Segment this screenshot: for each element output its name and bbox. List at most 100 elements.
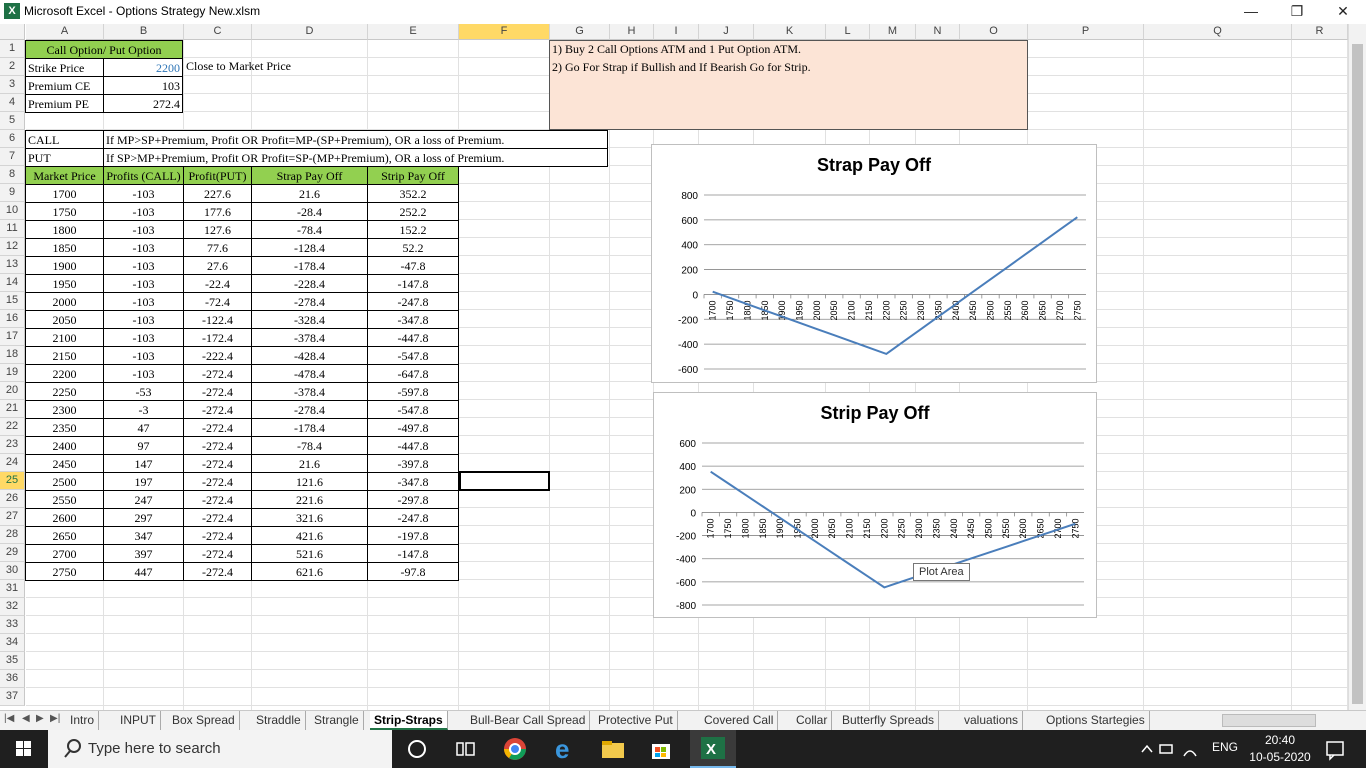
table-cell[interactable]: 2350 [25,418,104,437]
table-cell[interactable]: -247.8 [367,292,459,311]
table-cell[interactable]: 421.6 [251,526,368,545]
column-header-g[interactable]: G [550,24,610,40]
row-header-3[interactable]: 3 [0,76,25,94]
table-cell[interactable]: 252.2 [367,202,459,221]
table-cell[interactable]: -278.4 [251,292,368,311]
table-cell[interactable]: -53 [103,382,184,401]
table-cell[interactable]: 1950 [25,274,104,293]
table-cell[interactable]: 2250 [25,382,104,401]
table-cell[interactable]: -378.4 [251,382,368,401]
row-header-36[interactable]: 36 [0,670,25,688]
column-header-m[interactable]: M [870,24,916,40]
table-cell[interactable]: -103 [103,238,184,257]
table-cell[interactable]: 2000 [25,292,104,311]
table-cell[interactable]: 27.6 [183,256,252,275]
row-header-29[interactable]: 29 [0,544,25,562]
table-cell[interactable]: -272.4 [183,418,252,437]
table-cell[interactable]: -397.8 [367,454,459,473]
row-header-20[interactable]: 20 [0,382,25,400]
row-header-11[interactable]: 11 [0,220,25,238]
table-cell[interactable]: 21.6 [251,454,368,473]
table-cell[interactable]: -478.4 [251,364,368,383]
table-cell[interactable]: -103 [103,364,184,383]
select-all-corner[interactable] [0,24,25,40]
sheet-tab-strip-straps[interactable]: Strip-Straps [370,711,448,730]
table-cell[interactable]: -103 [103,274,184,293]
row-header-4[interactable]: 4 [0,94,25,112]
table-cell[interactable]: 352.2 [367,184,459,203]
table-cell[interactable]: -647.8 [367,364,459,383]
column-header-l[interactable]: L [826,24,870,40]
sheet-tab-protective-put[interactable]: Protective Put [594,711,678,730]
table-cell[interactable]: 2450 [25,454,104,473]
table-cell[interactable]: 1900 [25,256,104,275]
store-icon[interactable] [648,736,674,762]
table-cell[interactable]: -497.8 [367,418,459,437]
table-cell[interactable]: -347.8 [367,310,459,329]
strap-chart[interactable]: Strap Pay Off 800 600 400 200 0 -200 -400 -600 1… [651,144,1097,383]
column-header-f[interactable]: F [459,24,550,40]
table-cell[interactable]: -428.4 [251,346,368,365]
table-cell[interactable]: 177.6 [183,202,252,221]
column-header-q[interactable]: Q [1144,24,1292,40]
excel-taskbar-button[interactable]: X [690,730,736,768]
row-header-37[interactable]: 37 [0,688,25,706]
table-cell[interactable]: -297.8 [367,490,459,509]
table-cell[interactable]: -78.4 [251,220,368,239]
row-header-23[interactable]: 23 [0,436,25,454]
table-cell[interactable]: -247.8 [367,508,459,527]
table-cell[interactable]: -103 [103,310,184,329]
cortana-icon[interactable] [404,736,430,762]
table-cell[interactable]: -22.4 [183,274,252,293]
prev-sheet-icon[interactable]: ◀ [22,713,30,724]
table-cell[interactable]: -147.8 [367,544,459,563]
row-header-31[interactable]: 31 [0,580,25,598]
table-cell[interactable]: -272.4 [183,526,252,545]
row-header-22[interactable]: 22 [0,418,25,436]
row-header-19[interactable]: 19 [0,364,25,382]
table-cell[interactable]: -103 [103,256,184,275]
table-cell[interactable]: -447.8 [367,328,459,347]
table-cell[interactable]: -178.4 [251,418,368,437]
sheet-tab-straddle[interactable]: Straddle [252,711,306,730]
table-cell[interactable]: 2300 [25,400,104,419]
column-header-b[interactable]: B [104,24,184,40]
table-cell[interactable]: 197 [103,472,184,491]
table-cell[interactable]: 2500 [25,472,104,491]
table-cell[interactable]: -122.4 [183,310,252,329]
table-cell[interactable]: 321.6 [251,508,368,527]
start-button[interactable] [0,730,48,768]
table-cell[interactable]: 2600 [25,508,104,527]
row-header-13[interactable]: 13 [0,256,25,274]
table-cell[interactable]: -278.4 [251,400,368,419]
active-cell-F25[interactable] [459,471,550,491]
row-header-16[interactable]: 16 [0,310,25,328]
row-header-26[interactable]: 26 [0,490,25,508]
sheet-tab-input[interactable]: INPUT [116,711,161,730]
minimize-button[interactable]: — [1228,0,1274,24]
row-header-15[interactable]: 15 [0,292,25,310]
sheet-tab-options-startegies[interactable]: Options Startegies [1042,711,1150,730]
table-cell[interactable]: -272.4 [183,454,252,473]
column-header-j[interactable]: J [699,24,754,40]
table-cell[interactable]: -103 [103,202,184,221]
row-header-9[interactable]: 9 [0,184,25,202]
sheet-tab-bull-bear-call-spread[interactable]: Bull-Bear Call Spread [466,711,591,730]
table-cell[interactable]: 52.2 [367,238,459,257]
edge-icon[interactable]: e [552,736,578,762]
table-cell[interactable]: 2100 [25,328,104,347]
row-header-27[interactable]: 27 [0,508,25,526]
sheet-tab-covered-call[interactable]: Covered Call [700,711,779,730]
table-cell[interactable]: 1750 [25,202,104,221]
table-cell[interactable]: -597.8 [367,382,459,401]
table-cell[interactable]: 1700 [25,184,104,203]
table-cell[interactable]: -547.8 [367,346,459,365]
row-header-2[interactable]: 2 [0,58,25,76]
notifications-icon[interactable] [1322,736,1348,762]
row-header-34[interactable]: 34 [0,634,25,652]
sheet-tab-collar[interactable]: Collar [792,711,833,730]
table-cell[interactable]: 2700 [25,544,104,563]
table-cell[interactable]: -378.4 [251,328,368,347]
task-view-icon[interactable] [452,736,478,762]
table-cell[interactable]: -28.4 [251,202,368,221]
